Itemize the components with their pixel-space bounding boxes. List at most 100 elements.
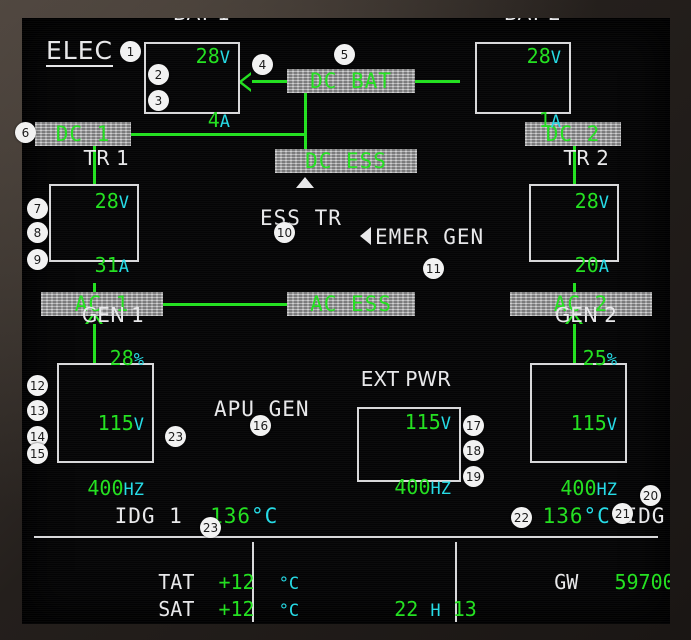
idg-2-temp-value: 136 bbox=[542, 504, 584, 528]
bus-dc-1-label: DC 1 bbox=[55, 122, 111, 146]
tr-1-title: TR 1 bbox=[83, 145, 129, 170]
tr-2-voltage-unit: V bbox=[598, 192, 609, 213]
gen-2-voltage-value: 115 bbox=[570, 410, 607, 435]
tr-2-voltage-row: 28V bbox=[502, 169, 609, 234]
gen-2-load-value: 25 bbox=[582, 346, 607, 371]
annotation-marker-23: 23 bbox=[165, 426, 186, 447]
arrow-ess-tr-icon bbox=[296, 177, 314, 188]
ecam-elec-display: ELEC DC BAT DC 1 DC 2 DC ESS AC 1 AC ESS… bbox=[22, 18, 670, 624]
sat-label: SAT bbox=[158, 597, 195, 621]
bat-2-current-value: 1 bbox=[538, 108, 551, 133]
annotation-marker-23b: 23 bbox=[200, 517, 221, 538]
gen-2-load-unit: % bbox=[606, 350, 617, 371]
tr-1-voltage-value: 28 bbox=[94, 188, 119, 213]
tr-2-current-row: 20A bbox=[502, 234, 609, 299]
gen-2-panel[interactable]: GEN 2 25% 115V 400HZ bbox=[530, 304, 627, 499]
gen-2-load-row: 25% bbox=[510, 327, 617, 392]
annotation-marker-1: 1 bbox=[120, 41, 141, 62]
bat-1-current-unit: A bbox=[219, 112, 230, 133]
gen-2-voltage-row: 115V bbox=[498, 391, 617, 456]
annotation-marker-17: 17 bbox=[463, 415, 484, 436]
tr-2-panel[interactable]: TR 2 28V 20A bbox=[529, 146, 619, 276]
annotation-marker-18: 18 bbox=[463, 440, 484, 461]
sat-readout: SAT +12 °C bbox=[86, 579, 299, 624]
idg-1-temp-unit: °C bbox=[251, 504, 279, 528]
annotation-marker-6: 6 bbox=[15, 122, 36, 143]
tr-1-current-unit: A bbox=[118, 257, 129, 278]
bat-2-current-unit: A bbox=[550, 112, 561, 133]
arrow-emer-gen-icon bbox=[360, 227, 371, 245]
annotation-marker-3: 3 bbox=[148, 90, 169, 111]
bus-ac-ess-label: AC ESS bbox=[310, 292, 392, 316]
gw-value: 59700 bbox=[614, 570, 670, 594]
bat-2-panel[interactable]: BAT 2 28V 1A bbox=[475, 18, 571, 131]
tr-2-voltage-value: 28 bbox=[574, 188, 599, 213]
annotation-marker-8: 8 bbox=[27, 222, 48, 243]
sat-unit: °C bbox=[278, 601, 300, 621]
gen-1-load-unit: % bbox=[133, 350, 144, 371]
gw-label: GW bbox=[554, 570, 579, 594]
ext-pwr-panel[interactable]: EXT PWR 115V 400HZ bbox=[357, 368, 461, 498]
bat-2-current-row: 1A bbox=[466, 89, 561, 154]
annotation-marker-12: 12 bbox=[27, 375, 48, 396]
bus-dc-bat[interactable]: DC BAT bbox=[287, 69, 415, 93]
tr-2-title: TR 2 bbox=[563, 145, 609, 170]
tr-2-current-value: 20 bbox=[574, 253, 599, 278]
clock-separator: H bbox=[430, 601, 441, 621]
annotation-marker-4: 4 bbox=[252, 54, 273, 75]
annotation-marker-9: 9 bbox=[27, 249, 48, 270]
ext-pwr-voltage-row: 115V bbox=[332, 390, 451, 455]
bus-dc-ess[interactable]: DC ESS bbox=[275, 149, 417, 173]
ext-pwr-frequency-unit: HZ bbox=[430, 478, 451, 499]
gen-1-load-value: 28 bbox=[109, 346, 134, 371]
annotation-marker-21: 21 bbox=[612, 503, 633, 524]
wire-dcbat-down bbox=[304, 92, 307, 135]
bus-dc-bat-label: DC BAT bbox=[310, 69, 392, 93]
tr-2-current-unit: A bbox=[598, 257, 609, 278]
annotation-marker-15: 15 bbox=[27, 443, 48, 464]
ess-tr-label: ESS TR bbox=[260, 206, 342, 230]
annotation-marker-16: 16 bbox=[250, 415, 271, 436]
bat-2-voltage-unit: V bbox=[550, 47, 561, 68]
tr-1-voltage-unit: V bbox=[118, 192, 129, 213]
annotation-marker-11: 11 bbox=[423, 258, 444, 279]
gen-2-title: GEN 2 bbox=[554, 303, 617, 328]
tr-1-panel[interactable]: TR 1 28V 31A bbox=[49, 146, 139, 276]
gen-1-load-row: 28% bbox=[37, 327, 144, 392]
annotation-marker-10: 10 bbox=[274, 222, 295, 243]
bus-dc-ess-label: DC ESS bbox=[305, 149, 387, 173]
bus-dc-1[interactable]: DC 1 bbox=[35, 122, 131, 146]
bat-2-voltage-value: 28 bbox=[526, 43, 551, 68]
annotation-marker-2: 2 bbox=[148, 64, 169, 85]
clock-readout: 22 H 13 bbox=[322, 579, 477, 624]
bus-ac-ess[interactable]: AC ESS bbox=[287, 292, 415, 316]
bat-1-current-value: 4 bbox=[207, 108, 220, 133]
annotation-marker-19: 19 bbox=[463, 466, 484, 487]
status-strip: TAT +12 °C SAT +12 °C 22 H 13 GW 59700 K… bbox=[34, 536, 670, 624]
clock-minutes: 13 bbox=[452, 597, 477, 621]
emer-gen-label: EMER GEN bbox=[375, 225, 485, 249]
annotation-marker-13: 13 bbox=[27, 400, 48, 421]
ext-pwr-frequency-value: 400 bbox=[394, 474, 431, 499]
bat-1-voltage-unit: V bbox=[219, 47, 230, 68]
idg-2-temp-unit: °C bbox=[583, 504, 611, 528]
gen-1-voltage-unit: V bbox=[133, 414, 144, 435]
gen-1-voltage-value: 115 bbox=[97, 410, 134, 435]
annotation-marker-5: 5 bbox=[334, 44, 355, 65]
ext-pwr-title: EXT PWR bbox=[360, 367, 451, 392]
page-title: ELEC bbox=[46, 36, 113, 67]
annotation-marker-22: 22 bbox=[511, 507, 532, 528]
gross-weight-readout: GW 59700 KG bbox=[482, 552, 670, 613]
ext-pwr-voltage-value: 115 bbox=[404, 410, 441, 435]
gen-1-panel[interactable]: GEN 1 28% 115V 400HZ bbox=[57, 304, 154, 499]
tr-1-current-value: 31 bbox=[94, 253, 119, 278]
bat-1-voltage-value: 28 bbox=[195, 43, 220, 68]
ext-pwr-voltage-unit: V bbox=[440, 414, 451, 435]
bat-2-voltage-row: 28V bbox=[454, 24, 561, 89]
gen-1-title: GEN 1 bbox=[81, 303, 144, 328]
sat-value: +12 bbox=[218, 597, 255, 621]
clock-hours: 22 bbox=[394, 597, 419, 621]
idg-1-label: IDG 1 bbox=[114, 504, 183, 528]
annotation-marker-20: 20 bbox=[640, 485, 661, 506]
wire-ac1-to-acess bbox=[162, 303, 288, 306]
